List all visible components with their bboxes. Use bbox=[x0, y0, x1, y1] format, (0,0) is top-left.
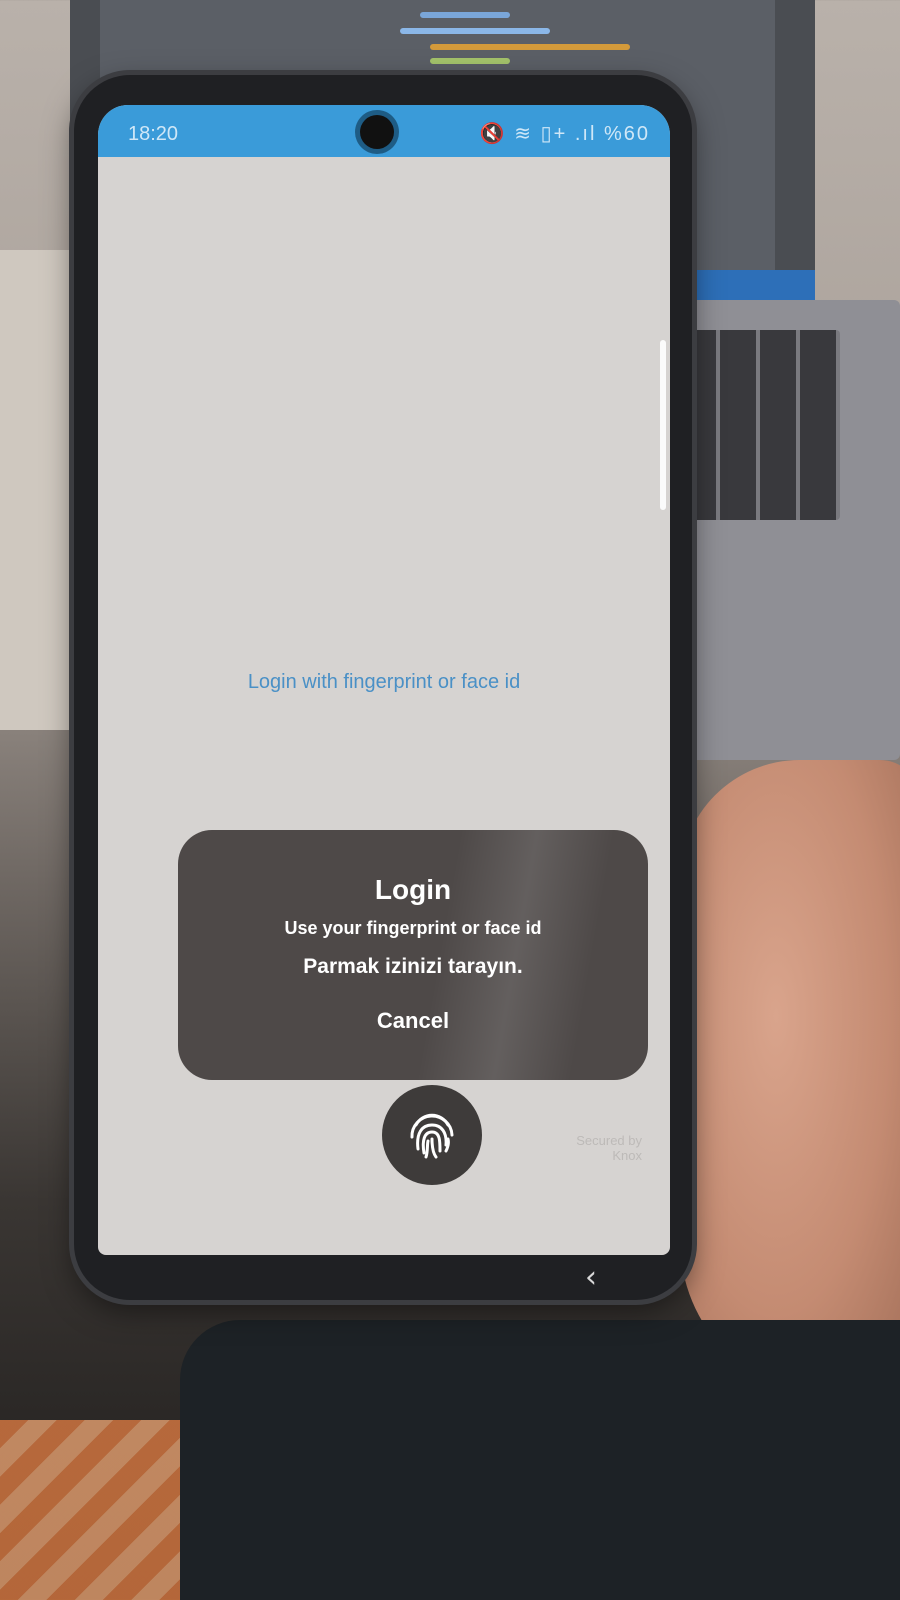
secured-line-1: Secured by bbox=[576, 1133, 642, 1148]
battery-level: %60 bbox=[603, 123, 650, 145]
signal-icons: 🔇 ≋ ▯+ .ıl bbox=[479, 123, 597, 145]
secured-by-label: Secured by Knox bbox=[576, 1133, 642, 1163]
background-hand bbox=[680, 760, 900, 1400]
phone-device: 18:20 🔇 ≋ ▯+ .ıl %60 Login with fingerpr… bbox=[74, 75, 692, 1300]
secured-line-2: Knox bbox=[612, 1148, 642, 1163]
status-icons: 🔇 ≋ ▯+ .ıl %60 bbox=[480, 121, 650, 146]
front-camera bbox=[360, 115, 394, 149]
dialog-title: Login bbox=[374, 874, 452, 905]
login-hint-text: Login with fingerprint or face id bbox=[247, 671, 521, 693]
dialog-subtitle: Use your fingerprint or face id bbox=[284, 918, 542, 938]
navigation-bar: ‹ bbox=[98, 1255, 670, 1300]
back-button[interactable]: ‹ bbox=[576, 1263, 606, 1293]
cancel-button[interactable]: Cancel bbox=[361, 1000, 465, 1042]
scroll-indicator bbox=[660, 340, 666, 510]
fingerprint-icon bbox=[402, 1103, 462, 1168]
dialog-description: Parmak izinizi tarayın. bbox=[303, 955, 523, 978]
biometric-dialog: Login Use your fingerprint or face id Pa… bbox=[178, 830, 648, 1080]
background-laptop-keyboard bbox=[660, 300, 900, 760]
fingerprint-sensor-button[interactable] bbox=[382, 1085, 482, 1185]
background-floor bbox=[0, 1420, 180, 1600]
background-sleeve bbox=[180, 1320, 900, 1600]
chevron-left-icon: ‹ bbox=[585, 1260, 597, 1295]
background-desk bbox=[0, 250, 80, 730]
phone-screen: 18:20 🔇 ≋ ▯+ .ıl %60 Login with fingerpr… bbox=[98, 105, 670, 1255]
status-time: 18:20 bbox=[128, 123, 179, 145]
